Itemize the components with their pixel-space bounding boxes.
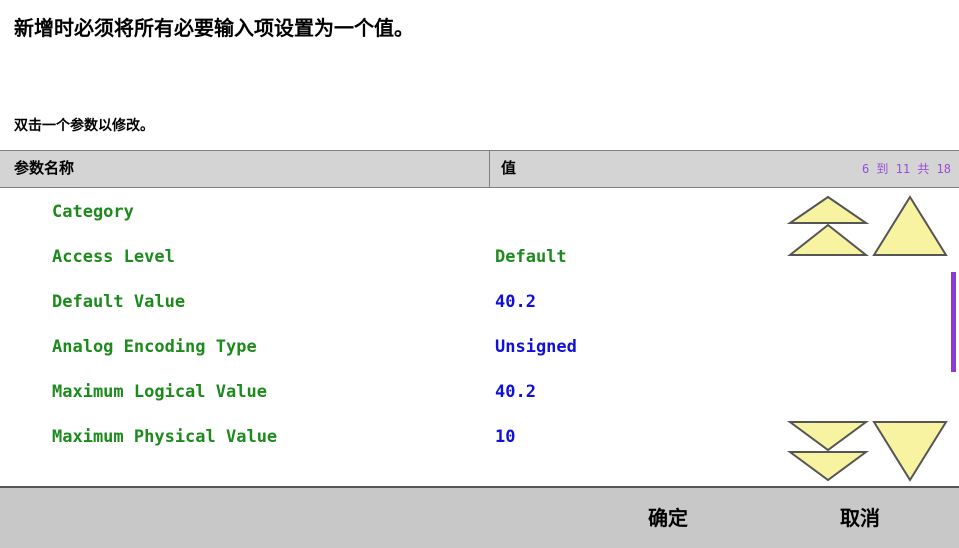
param-name: Access Level	[52, 247, 175, 267]
param-value: 10	[495, 427, 516, 447]
column-header-value: 值	[501, 159, 517, 177]
param-value: Unsigned	[495, 337, 577, 357]
param-value: 40.2	[495, 382, 536, 402]
table-row[interactable]: Default Value 40.2	[0, 280, 950, 324]
param-name: Category	[52, 202, 134, 222]
table-row[interactable]: Maximum Logical Value 40.2	[0, 370, 950, 414]
table-row[interactable]: Analog Encoding Type Unsigned	[0, 325, 950, 369]
double-up-arrow-icon	[786, 195, 870, 224]
down-arrow-icon	[872, 421, 948, 482]
double-up-arrow-icon	[787, 223, 869, 256]
footer-bar: 确定 取消	[0, 486, 959, 548]
param-value: Default	[495, 247, 567, 267]
double-down-arrow-icon	[786, 451, 870, 482]
param-name: Maximum Logical Value	[52, 382, 267, 402]
header-message: 新增时必须将所有必要输入项设置为一个值。	[14, 16, 414, 40]
page-up-button[interactable]	[786, 193, 870, 259]
param-value: 40.2	[495, 292, 536, 312]
scrollbar-thumb[interactable]	[951, 272, 956, 372]
param-name: Default Value	[52, 292, 186, 312]
double-down-arrow-icon	[786, 421, 870, 452]
scroll-up-button[interactable]	[870, 193, 950, 259]
ok-button[interactable]: 确定	[648, 502, 688, 531]
column-header-name: 参数名称	[0, 151, 490, 187]
table-header: 参数名称 值 6 到 11 共 18	[0, 150, 959, 188]
page-down-button[interactable]	[786, 418, 870, 484]
cancel-button[interactable]: 取消	[840, 502, 880, 531]
up-arrow-icon	[872, 195, 948, 256]
instruction-text: 双击一个参数以修改。	[14, 118, 154, 134]
param-name: Analog Encoding Type	[52, 337, 257, 357]
param-name: Maximum Physical Value	[52, 427, 278, 447]
pager-text: 6 到 11 共 18	[861, 162, 951, 176]
scroll-down-button[interactable]	[870, 418, 950, 484]
